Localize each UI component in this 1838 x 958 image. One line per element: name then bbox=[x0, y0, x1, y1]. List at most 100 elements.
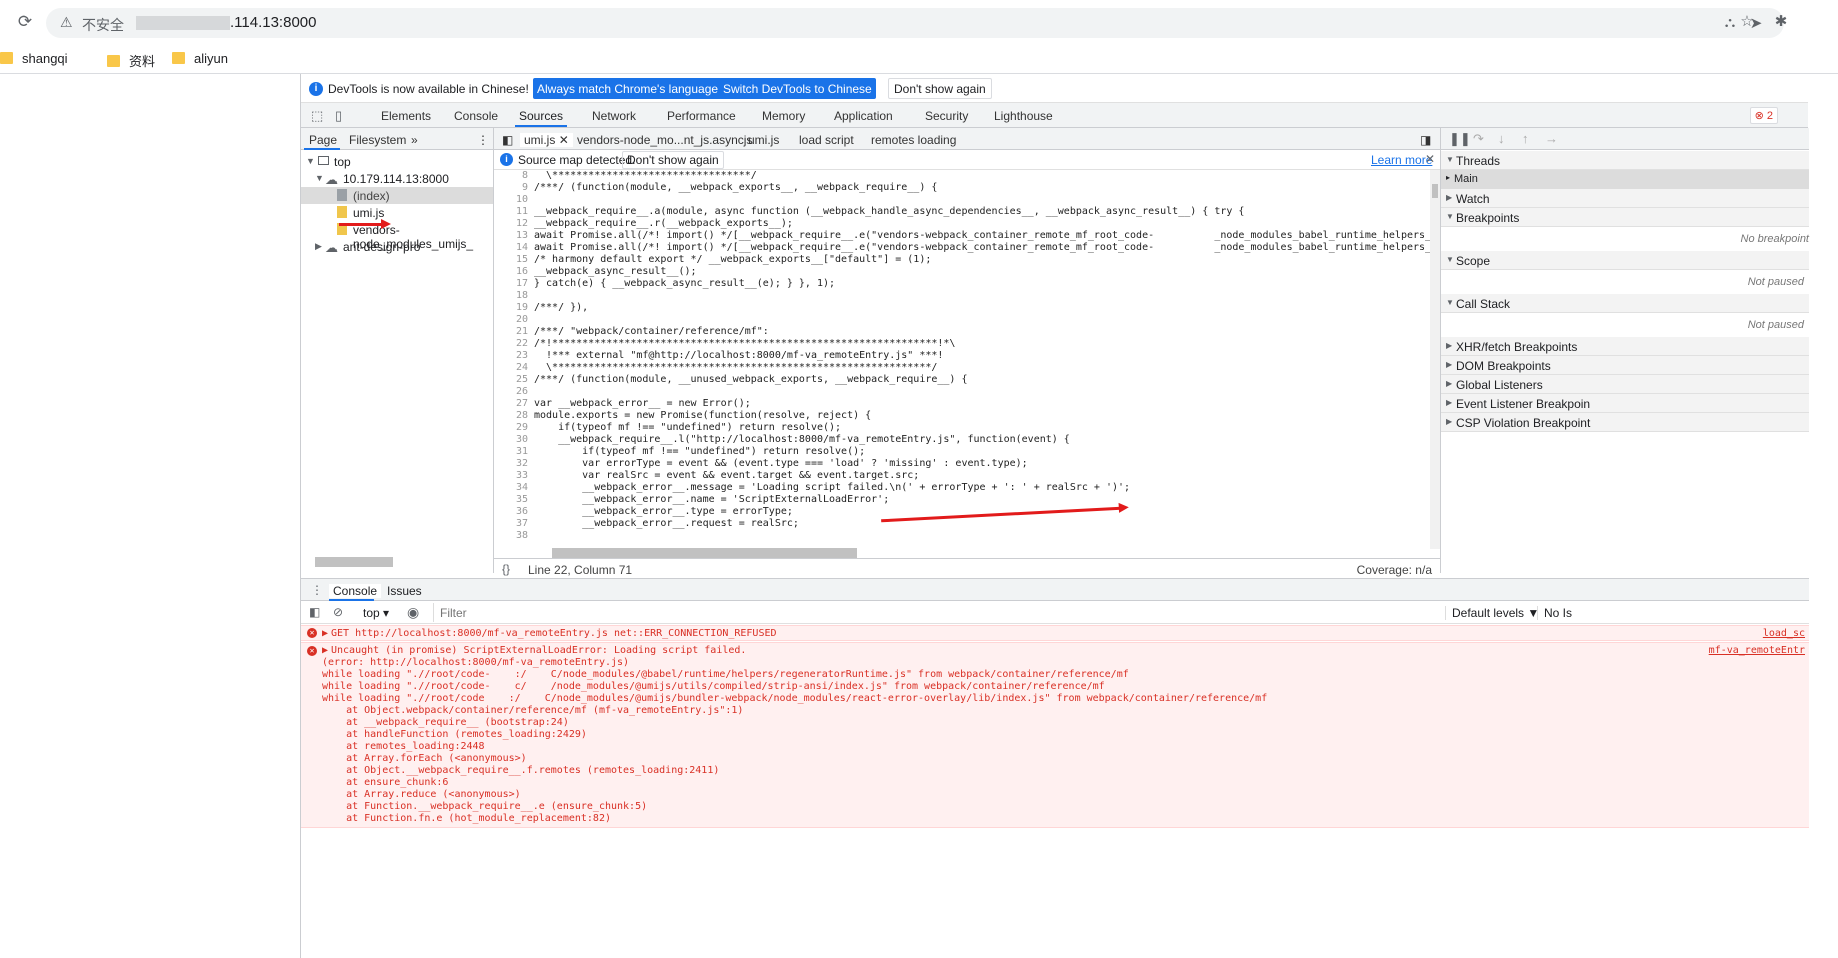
code-line[interactable]: 25 /***/ (function(module, __unused_webpa… bbox=[494, 374, 1430, 386]
insecure-label[interactable]: 不安全 bbox=[82, 15, 124, 35]
clear-console-icon[interactable]: ⊘ bbox=[333, 605, 343, 619]
editor-tab-remotes-loading[interactable]: remotes loading bbox=[871, 133, 956, 147]
tab-lighthouse[interactable]: Lighthouse bbox=[994, 109, 1053, 123]
step-into-icon[interactable]: ↓ bbox=[1498, 131, 1505, 146]
line-number[interactable]: 9 bbox=[494, 182, 528, 194]
collapse-triangle-icon[interactable]: ▶ bbox=[315, 241, 322, 252]
code-line[interactable]: 16 __webpack_async_result__(); bbox=[494, 266, 1430, 278]
line-number[interactable]: 37 bbox=[494, 518, 528, 530]
line-number[interactable]: 33 bbox=[494, 470, 528, 482]
eye-icon[interactable]: ◉ bbox=[407, 604, 419, 621]
bookmark-shangqi[interactable]: shangqi bbox=[0, 51, 68, 66]
vertical-scrollbar[interactable] bbox=[1430, 170, 1440, 549]
line-number[interactable]: 11 bbox=[494, 206, 528, 218]
line-number[interactable]: 21 bbox=[494, 326, 528, 338]
pause-icon[interactable]: ❚❚ bbox=[1449, 131, 1471, 147]
stack-frame[interactable]: at Array.forEach (<anonymous>) bbox=[322, 753, 527, 765]
error-count-badge[interactable]: ⊗ 2 bbox=[1749, 107, 1778, 124]
line-number[interactable]: 23 bbox=[494, 350, 528, 362]
line-number[interactable]: 18 bbox=[494, 290, 528, 302]
horizontal-scrollbar[interactable] bbox=[552, 548, 857, 558]
code-line[interactable]: 21 /***/ "webpack/container/reference/mf"… bbox=[494, 326, 1430, 338]
line-number[interactable]: 36 bbox=[494, 506, 528, 518]
expand-triangle-icon[interactable]: ▼ bbox=[306, 156, 315, 166]
step-out-icon[interactable]: ↑ bbox=[1522, 131, 1529, 146]
line-number[interactable]: 20 bbox=[494, 314, 528, 326]
stack-frame[interactable]: at remotes_loading:2448 bbox=[322, 741, 484, 753]
tree-item-umi-js[interactable]: umi.js bbox=[301, 204, 493, 221]
tab-network[interactable]: Network bbox=[592, 109, 636, 123]
code-line[interactable]: 33 var realSrc = event && event.target &… bbox=[494, 470, 1430, 482]
code-line[interactable]: 24 \************************************… bbox=[494, 362, 1430, 374]
tab-console[interactable]: Console bbox=[454, 109, 498, 123]
code-line[interactable]: 30 __webpack_require__.l("http://localho… bbox=[494, 434, 1430, 446]
code-line[interactable]: 28 module.exports = new Promise(function(… bbox=[494, 410, 1430, 422]
stack-frame[interactable]: at Function.fn.e (hot_module_replacement… bbox=[322, 813, 611, 825]
code-line[interactable]: 18 bbox=[494, 290, 1430, 302]
star-icon[interactable]: ☆ bbox=[1737, 12, 1757, 30]
line-number[interactable]: 38 bbox=[494, 530, 528, 542]
thread-main[interactable]: Main ▸ bbox=[1441, 170, 1809, 189]
device-toolbar-icon[interactable]: ▯ bbox=[335, 108, 342, 124]
code-line[interactable]: 13 await Promise.all(/*! import() */[__we… bbox=[494, 230, 1430, 242]
line-number[interactable]: 32 bbox=[494, 458, 528, 470]
toggle-navigator-icon[interactable]: ◧ bbox=[502, 133, 513, 147]
pane-event-listener-breakpoints[interactable]: ▶ Event Listener Breakpoin bbox=[1441, 394, 1809, 413]
source-link[interactable]: load_sc bbox=[1763, 628, 1805, 639]
learn-more-link[interactable]: Learn more bbox=[1371, 153, 1432, 167]
line-number[interactable]: 35 bbox=[494, 494, 528, 506]
drawer-tab-console[interactable]: Console bbox=[329, 584, 382, 598]
line-number[interactable]: 26 bbox=[494, 386, 528, 398]
stack-frame[interactable]: at Object.webpack/container/reference/mf… bbox=[322, 705, 743, 717]
issues-counter[interactable]: No Is bbox=[1537, 606, 1572, 620]
line-number[interactable]: 29 bbox=[494, 422, 528, 434]
warning-icon[interactable]: ⚠ bbox=[60, 14, 73, 31]
pane-global-listeners[interactable]: ▶ Global Listeners bbox=[1441, 375, 1809, 394]
line-number[interactable]: 8 bbox=[494, 170, 528, 182]
pane-call-stack[interactable]: ▼ Call Stack bbox=[1441, 294, 1809, 313]
sourcemap-dont-show-button[interactable]: Don't show again bbox=[622, 151, 724, 169]
toggle-debugger-icon[interactable]: ◨ bbox=[1420, 133, 1431, 147]
code-line[interactable]: 11 __webpack_require__.a(module, async fu… bbox=[494, 206, 1430, 218]
dont-show-again-button[interactable]: Don't show again bbox=[888, 78, 992, 99]
editor-tab-umi-js[interactable]: umi.js ✕ bbox=[520, 133, 573, 147]
step-over-icon[interactable]: ↷ bbox=[1473, 131, 1484, 147]
pretty-print-icon[interactable]: {} bbox=[502, 562, 510, 576]
code-line[interactable]: 26 bbox=[494, 386, 1430, 398]
line-number[interactable]: 22 bbox=[494, 338, 528, 350]
pane-csp-violation-breakpoints[interactable]: ▶ CSP Violation Breakpoint bbox=[1441, 413, 1809, 432]
code-line[interactable]: 29 if(typeof mf !== "undefined") return … bbox=[494, 422, 1430, 434]
pane-xhr-breakpoints[interactable]: ▶ XHR/fetch Breakpoints bbox=[1441, 337, 1809, 356]
line-number[interactable]: 15 bbox=[494, 254, 528, 266]
reload-icon[interactable]: ⟳ bbox=[14, 11, 36, 33]
line-number[interactable]: 28 bbox=[494, 410, 528, 422]
code-line[interactable]: 10 bbox=[494, 194, 1430, 206]
tree-item-ant-design-pro[interactable]: ▶ ☁ ant-design-pro bbox=[301, 238, 493, 255]
inspect-element-icon[interactable]: ⬚ bbox=[311, 108, 323, 124]
line-number[interactable]: 12 bbox=[494, 218, 528, 230]
tab-memory[interactable]: Memory bbox=[762, 109, 805, 123]
tree-item-index[interactable]: (index) bbox=[301, 187, 493, 204]
code-line[interactable]: 9 /***/ (function(module, __webpack_expor… bbox=[494, 182, 1430, 194]
tab-performance[interactable]: Performance bbox=[667, 109, 736, 123]
line-number[interactable]: 24 bbox=[494, 362, 528, 374]
bookmark-materials[interactable]: 资料 bbox=[107, 51, 155, 70]
editor-tab-load-script[interactable]: load script bbox=[799, 133, 854, 147]
close-icon[interactable]: ✕ bbox=[559, 133, 569, 147]
code-line[interactable]: 34 __webpack_error__.message = 'Loading … bbox=[494, 482, 1430, 494]
line-number[interactable]: 27 bbox=[494, 398, 528, 410]
editor-tab-umi-js-2[interactable]: umi.js bbox=[748, 133, 779, 147]
stack-frame[interactable]: at Array.reduce (<anonymous>) bbox=[322, 789, 521, 801]
tab-elements[interactable]: Elements bbox=[381, 109, 431, 123]
expand-triangle-icon[interactable]: ▶ bbox=[322, 645, 328, 657]
code-line[interactable]: 14 await Promise.all(/*! import() */[__we… bbox=[494, 242, 1430, 254]
line-number[interactable]: 19 bbox=[494, 302, 528, 314]
bookmark-aliyun[interactable]: aliyun bbox=[172, 51, 228, 66]
stack-frame[interactable]: at ensure_chunk:6 bbox=[322, 777, 448, 789]
code-line[interactable]: 27 var __webpack_error__ = new Error(); bbox=[494, 398, 1430, 410]
line-number[interactable]: 31 bbox=[494, 446, 528, 458]
code-line[interactable]: 32 var errorType = event && (event.type … bbox=[494, 458, 1430, 470]
line-number[interactable]: 17 bbox=[494, 278, 528, 290]
editor-tab-vendors[interactable]: vendors-node_mo...nt_js.asyncjs bbox=[577, 133, 752, 147]
line-number[interactable]: 14 bbox=[494, 242, 528, 254]
